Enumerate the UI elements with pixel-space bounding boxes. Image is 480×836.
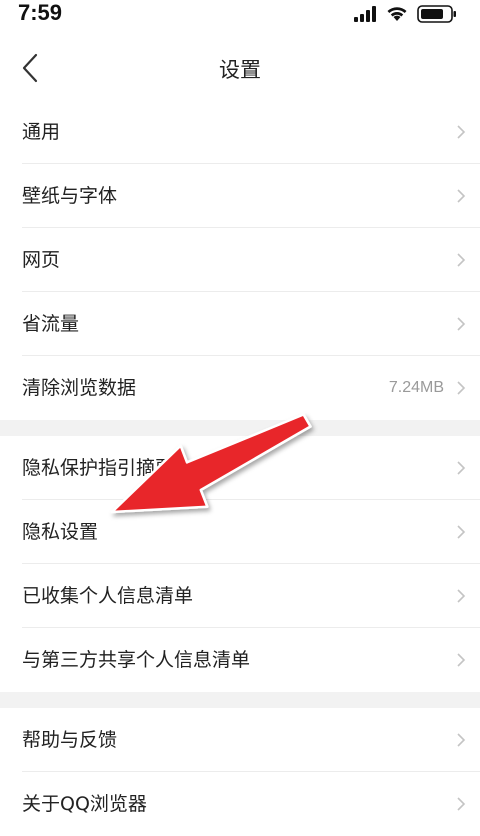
chevron-right-icon xyxy=(457,125,466,139)
chevron-right-icon xyxy=(457,461,466,475)
chevron-right-icon xyxy=(457,381,466,395)
settings-group-about: 帮助与反馈 关于QQ浏览器 xyxy=(0,708,480,828)
settings-item-label: 网页 xyxy=(22,249,61,271)
settings-item-label: 与第三方共享个人信息清单 xyxy=(22,649,251,671)
settings-item-label: 通用 xyxy=(22,121,61,143)
chevron-right-icon xyxy=(457,253,466,267)
chevron-right-icon xyxy=(457,317,466,331)
settings-item-clear-browsing-data[interactable]: 清除浏览数据 7.24MB xyxy=(0,356,480,420)
settings-item-data-saver[interactable]: 省流量 xyxy=(0,292,480,356)
settings-item-label: 已收集个人信息清单 xyxy=(22,585,194,607)
chevron-right-icon xyxy=(457,733,466,747)
settings-item-about-qq-browser[interactable]: 关于QQ浏览器 xyxy=(0,772,480,828)
settings-item-label: 壁纸与字体 xyxy=(22,185,118,207)
status-icons xyxy=(354,4,464,24)
settings-group-general: 通用 壁纸与字体 网页 省流量 清除浏览数据 7.24MB xyxy=(0,100,480,420)
settings-group-privacy: 隐私保护指引摘要 隐私设置 已收集个人信息清单 与第三方共享个人信息清单 xyxy=(0,436,480,692)
section-gap xyxy=(0,420,480,436)
settings-item-label: 隐私保护指引摘要 xyxy=(22,457,175,479)
settings-item-privacy-settings[interactable]: 隐私设置 xyxy=(0,500,480,564)
chevron-right-icon xyxy=(457,653,466,667)
chevron-right-icon xyxy=(457,525,466,539)
chevron-right-icon xyxy=(457,797,466,811)
status-time: 7:59 xyxy=(18,0,63,25)
signal-wifi-battery-icons xyxy=(354,5,456,23)
section-gap xyxy=(0,692,480,708)
wifi-icon xyxy=(387,7,407,21)
settings-item-general[interactable]: 通用 xyxy=(0,100,480,164)
settings-item-wallpaper-font[interactable]: 壁纸与字体 xyxy=(0,164,480,228)
settings-item-webpage[interactable]: 网页 xyxy=(0,228,480,292)
page-title: 设置 xyxy=(219,58,261,82)
navigation-bar: 设置 xyxy=(0,36,480,100)
settings-item-label: 关于QQ浏览器 xyxy=(22,793,147,815)
settings-item-label: 省流量 xyxy=(22,313,80,335)
settings-item-third-party-sharing-list[interactable]: 与第三方共享个人信息清单 xyxy=(0,628,480,692)
settings-item-help-feedback[interactable]: 帮助与反馈 xyxy=(0,708,480,772)
battery-icon xyxy=(417,5,456,23)
cache-size-value: 7.24MB xyxy=(388,379,444,396)
chevron-right-icon xyxy=(457,189,466,203)
settings-item-label: 清除浏览数据 xyxy=(22,377,137,399)
status-bar: 7:59 xyxy=(0,0,480,30)
settings-item-label: 隐私设置 xyxy=(22,521,99,543)
settings-item-collected-info-list[interactable]: 已收集个人信息清单 xyxy=(0,564,480,628)
settings-item-label: 帮助与反馈 xyxy=(22,729,118,751)
chevron-right-icon xyxy=(457,589,466,603)
settings-item-privacy-summary[interactable]: 隐私保护指引摘要 xyxy=(0,436,480,500)
cellular-signal-icon xyxy=(354,6,376,22)
